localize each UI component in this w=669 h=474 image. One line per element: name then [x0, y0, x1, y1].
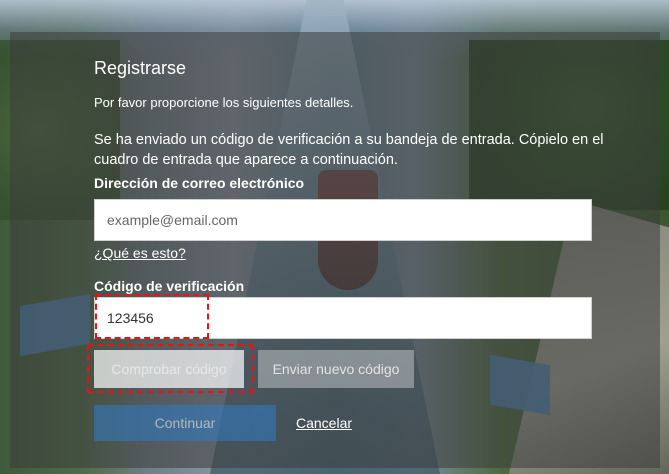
- what-is-this-link[interactable]: ¿Qué es esto?: [94, 245, 186, 261]
- email-label: Dirección de correo electrónico: [94, 175, 305, 191]
- verification-code-label: Código de verificación: [94, 278, 245, 294]
- email-field[interactable]: [95, 200, 591, 240]
- intro-text: Por favor proporcione los siguientes det…: [94, 95, 354, 110]
- highlight-code-box: [95, 294, 209, 339]
- email-field-wrapper: [94, 199, 592, 241]
- page-title: Registrarse: [94, 58, 187, 78]
- continue-button[interactable]: Continuar: [94, 405, 276, 441]
- verification-info-text: Se ha enviado un código de verificación …: [94, 132, 604, 168]
- highlight-check-button: [87, 344, 254, 393]
- cancel-link[interactable]: Cancelar: [296, 415, 352, 431]
- resend-code-button[interactable]: Enviar nuevo código: [258, 350, 414, 388]
